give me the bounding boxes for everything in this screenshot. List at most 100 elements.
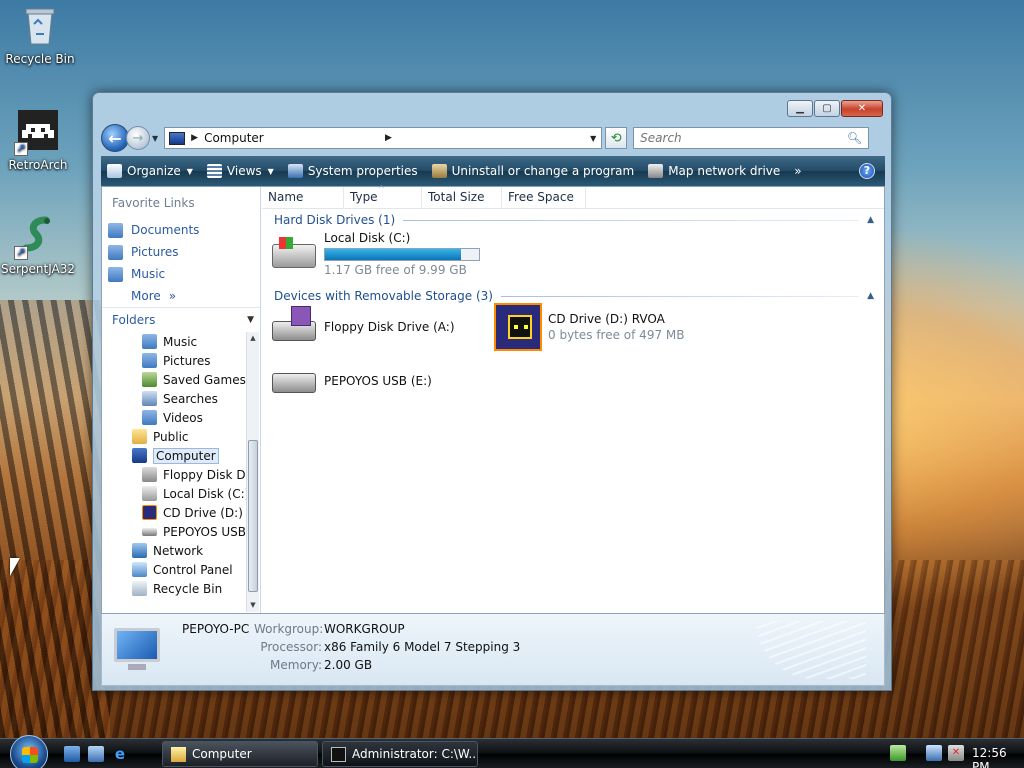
uninstall-program-button[interactable]: Uninstall or change a program xyxy=(431,164,634,178)
system-properties-button[interactable]: System properties xyxy=(287,164,418,178)
favorite-link-documents[interactable]: Documents xyxy=(108,219,199,241)
taskbar-button-cmd[interactable]: Administrator: C:\W... xyxy=(322,741,478,767)
system-tray: ✕ xyxy=(890,745,964,761)
sort-ascending-icon: ^ xyxy=(378,184,385,193)
column-header-free-space[interactable]: Free Space xyxy=(502,187,586,208)
mouse-cursor xyxy=(10,558,20,576)
details-decoration xyxy=(756,621,866,679)
retroarch-icon: ↗ xyxy=(14,110,60,156)
pictures-icon xyxy=(108,244,123,260)
tree-item-searches[interactable]: Searches xyxy=(102,389,246,408)
desktop-icon-recycle-bin[interactable]: Recycle Bin xyxy=(0,4,80,66)
switch-windows-icon[interactable] xyxy=(88,746,104,762)
search-input[interactable] xyxy=(640,131,847,145)
drive-floppy-a[interactable]: Floppy Disk Drive (A:) xyxy=(270,306,455,347)
search-icon[interactable]: 🔍︎ xyxy=(847,131,862,145)
search-box[interactable]: 🔍︎ xyxy=(633,127,870,149)
breadcrumb-chevron-icon[interactable]: ▶ xyxy=(385,133,392,143)
tree-item-music[interactable]: Music xyxy=(102,332,246,351)
chevron-down-icon: ▼ xyxy=(267,166,274,176)
shortcut-arrow-icon: ↗ xyxy=(14,246,28,260)
address-path[interactable]: Computer xyxy=(204,131,585,145)
tree-item-usb[interactable]: PEPOYOS USB xyxy=(102,522,246,541)
organize-button[interactable]: Organize ▼ xyxy=(107,164,193,178)
group-header-removable[interactable]: Devices with Removable Storage (3) ▲ xyxy=(274,289,874,303)
tree-item-public[interactable]: Public xyxy=(102,427,246,446)
folder-tree: Music Pictures Saved Games Searches Vide… xyxy=(102,332,246,612)
security-check-icon[interactable] xyxy=(890,745,906,761)
tree-item-computer[interactable]: Computer xyxy=(102,446,246,465)
tree-item-control-panel[interactable]: Control Panel xyxy=(102,560,246,579)
pictures-folder-icon xyxy=(142,353,157,368)
column-header-type[interactable]: Type ^ xyxy=(344,184,422,208)
folder-icon xyxy=(132,429,147,444)
organize-icon xyxy=(107,164,122,178)
minimize-button[interactable]: ▁ xyxy=(787,100,813,117)
navigation-bar: ← → ▼ ▶ Computer ▶ ▼ ⟲ 🔍︎ xyxy=(101,123,885,153)
control-panel-icon xyxy=(132,562,147,577)
network-status-icon[interactable] xyxy=(926,745,942,761)
column-header-total-size[interactable]: Total Size xyxy=(422,187,502,208)
tree-item-local-disk[interactable]: Local Disk (C:) xyxy=(102,484,246,503)
collapse-chevron-icon[interactable]: ▲ xyxy=(867,215,874,225)
favorite-links-title: Favorite Links xyxy=(112,196,195,210)
map-network-drive-button[interactable]: Map network drive xyxy=(648,164,780,178)
maximize-button[interactable]: ▢ xyxy=(814,100,840,117)
address-bar[interactable]: ▶ Computer ▶ ▼ xyxy=(164,127,603,149)
views-button[interactable]: Views ▼ xyxy=(206,164,274,178)
favorite-link-music[interactable]: Music xyxy=(108,263,199,285)
help-icon[interactable]: ? xyxy=(859,163,875,179)
command-bar: Organize ▼ Views ▼ System properties Unins… xyxy=(101,156,885,186)
tree-item-floppy[interactable]: Floppy Disk Dr xyxy=(102,465,246,484)
back-button[interactable]: ← xyxy=(101,124,129,152)
drive-usb-e[interactable]: PEPOYOS USB (E:) xyxy=(270,361,432,401)
drive-cd-d[interactable]: CD Drive (D:) RVOA 0 bytes free of 497 M… xyxy=(494,303,684,351)
group-header-hard-disks[interactable]: Hard Disk Drives (1) ▲ xyxy=(274,213,874,227)
drive-local-disk-c[interactable]: Local Disk (C:) 1.17 GB free of 9.99 GB xyxy=(270,231,480,277)
tree-item-network[interactable]: Network xyxy=(102,541,246,560)
recent-pages-dropdown[interactable]: ▼ xyxy=(152,134,158,143)
more-links-button[interactable]: More» xyxy=(108,285,199,307)
show-desktop-icon[interactable] xyxy=(64,746,80,762)
tree-item-cd-drive[interactable]: CD Drive (D:) R xyxy=(102,503,246,522)
searches-icon xyxy=(142,391,157,406)
clock[interactable]: 12:56 PM xyxy=(972,746,1024,768)
start-button[interactable] xyxy=(10,735,48,768)
saved-games-icon xyxy=(142,372,157,387)
cd-drive-icon xyxy=(494,303,542,351)
network-drive-icon xyxy=(648,164,664,178)
music-icon xyxy=(108,266,123,282)
refresh-icon: ⟲ xyxy=(610,130,622,146)
recycle-bin-icon xyxy=(18,4,62,48)
address-dropdown[interactable]: ▼ xyxy=(585,134,601,143)
scroll-up-icon[interactable]: ▲ xyxy=(247,332,259,345)
tree-item-videos[interactable]: Videos xyxy=(102,408,246,427)
folder-tree-scrollbar[interactable]: ▲ ▼ xyxy=(246,332,259,612)
desktop-icon-retroarch[interactable]: ↗ RetroArch xyxy=(0,110,78,172)
computer-icon xyxy=(169,131,186,145)
tree-item-saved-games[interactable]: Saved Games xyxy=(102,370,246,389)
close-button[interactable]: ✕ xyxy=(841,100,883,117)
breadcrumb-chevron-icon[interactable]: ▶ xyxy=(191,133,198,143)
internet-explorer-icon[interactable]: e xyxy=(112,746,128,762)
forward-button[interactable]: → xyxy=(126,126,150,150)
memory-value: 2.00 GB xyxy=(324,658,373,672)
desktop-icon-serpentja32[interactable]: ↗ SerpentJA32 xyxy=(0,214,78,276)
explorer-window[interactable]: ▁ ▢ ✕ ← → ▼ ▶ Computer ▶ ▼ ⟲ 🔍︎ Organize… xyxy=(92,92,892,691)
column-header-name[interactable]: Name xyxy=(262,187,344,208)
computer-monitor-icon xyxy=(108,626,166,672)
command-prompt-icon xyxy=(331,746,346,762)
taskbar-button-computer[interactable]: Computer xyxy=(162,741,318,767)
tree-item-pictures[interactable]: Pictures xyxy=(102,351,246,370)
usb-drive-icon xyxy=(270,361,318,401)
refresh-button[interactable]: ⟲ xyxy=(605,127,628,149)
volume-muted-icon[interactable]: ✕ xyxy=(948,745,964,761)
folders-header[interactable]: Folders ▼ xyxy=(102,307,260,331)
collapse-chevron-icon[interactable]: ▲ xyxy=(867,291,874,301)
scrollbar-thumb[interactable] xyxy=(248,440,258,592)
scroll-down-icon[interactable]: ▼ xyxy=(247,599,259,612)
favorite-link-pictures[interactable]: Pictures xyxy=(108,241,199,263)
music-folder-icon xyxy=(142,334,157,349)
tree-item-recycle-bin[interactable]: Recycle Bin xyxy=(102,579,246,598)
toolbar-overflow-button[interactable]: » xyxy=(794,164,801,178)
